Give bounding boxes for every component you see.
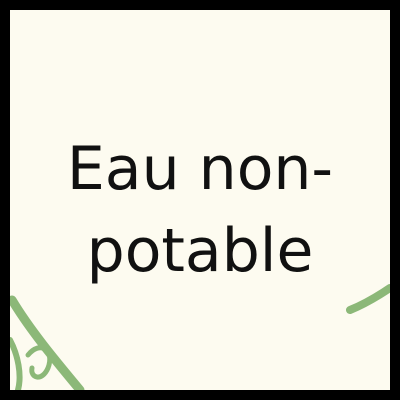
vine-left-tendril: [10, 337, 23, 390]
sign-message: Eau non- potable: [10, 128, 390, 292]
vine-left-curl: [25, 345, 53, 380]
sign-panel: Eau non- potable: [10, 10, 390, 390]
sign-line-1: Eau non-: [66, 134, 334, 204]
sign-frame: Eau non- potable: [0, 0, 400, 400]
sign-line-2: potable: [86, 216, 314, 286]
